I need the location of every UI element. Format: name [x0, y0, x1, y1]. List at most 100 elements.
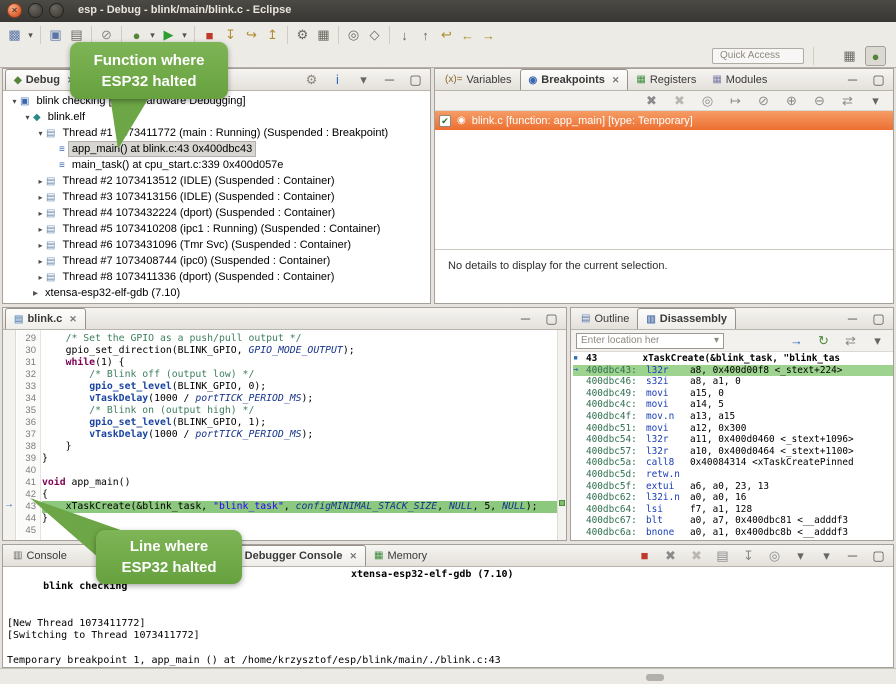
expander-icon[interactable]: ▾ [35, 129, 46, 138]
expander-icon[interactable]: ▸ [35, 177, 46, 186]
open-perspective-icon[interactable]: ▦ [839, 46, 860, 66]
pin-console-icon[interactable]: ◎ [764, 546, 785, 566]
expand-all-icon[interactable]: ⊕ [781, 91, 802, 111]
next-annotation-icon[interactable]: ↓ [394, 25, 415, 45]
show-breakpoints-for-selection-icon[interactable]: ◎ [697, 91, 718, 111]
forward-icon[interactable]: → [478, 25, 499, 45]
tab-outline[interactable]: ▤Outline [573, 308, 637, 329]
minimize-button[interactable] [28, 3, 43, 18]
combo-dropdown-icon[interactable]: ▾ [714, 335, 719, 346]
open-element-icon[interactable]: ◇ [364, 25, 385, 45]
location-combo[interactable]: Enter location her ▾ [576, 333, 724, 349]
code-line[interactable]: gpio_set_direction(BLINK_GPIO, GPIO_MODE… [42, 345, 557, 357]
search-icon[interactable]: ◎ [343, 25, 364, 45]
new-project-icon[interactable]: ▦ [313, 25, 334, 45]
breakpoints-view-menu-icon[interactable]: ▾ [865, 91, 886, 111]
debug-tree-item[interactable]: ▾▤Thread #1 1073411772 (main : Running) … [3, 125, 430, 141]
debug-tree-item[interactable]: ▸▤Thread #3 1073413156 (IDLE) (Suspended… [3, 189, 430, 205]
code-line[interactable]: gpio_set_level(BLINK_GPIO, 1); [42, 417, 557, 429]
maximize-icon[interactable]: ▢ [541, 309, 562, 329]
go-to-file-icon[interactable]: ↦ [725, 91, 746, 111]
horizontal-scrollbar-thumb[interactable] [646, 674, 664, 681]
build-icon[interactable]: ⚙ [292, 25, 313, 45]
debug-tree-item[interactable]: ≡app_main() at blink.c:43 0x400dbc43 [3, 141, 430, 157]
close-tab-icon[interactable]: ✕ [69, 314, 77, 325]
back-icon[interactable]: ← [457, 25, 478, 45]
code-line[interactable]: /* Set the GPIO as a push/pull output */ [42, 333, 557, 345]
disassembly-instruction[interactable]: 400dbc46:s32ia8, a1, 0 [573, 376, 893, 388]
remove-launch-icon[interactable]: ✖ [660, 546, 681, 566]
expander-icon[interactable]: ▸ [35, 273, 46, 282]
expander-icon[interactable]: ▸ [35, 257, 46, 266]
code-line[interactable]: { [42, 489, 557, 501]
expander-icon[interactable]: ▾ [22, 113, 33, 122]
current-execution-line[interactable]: xTaskCreate(&blink_task, "blink_task", c… [42, 501, 557, 513]
editor-overview-ruler[interactable] [557, 330, 566, 540]
debug-tree-item[interactable]: ▸xtensa-esp32-elf-gdb (7.10) [3, 285, 430, 301]
debug-tree-item[interactable]: ▸▤Thread #5 1073410208 (ipc1 : Running) … [3, 221, 430, 237]
new-wizard-icon[interactable]: ▩ [4, 25, 25, 45]
close-tab-icon[interactable]: ✕ [349, 551, 357, 562]
skip-all-breakpoints-icon[interactable]: ⊘ [753, 91, 774, 111]
debug-tree-item[interactable]: ≡main_task() at cpu_start.c:339 0x400d05… [3, 157, 430, 173]
expander-icon[interactable]: ▸ [35, 241, 46, 250]
disassembly-source-line[interactable]: ▪43 xTaskCreate(&blink_task, "blink_tas [573, 353, 893, 365]
expander-icon[interactable]: ▸ [35, 225, 46, 234]
clear-console-icon[interactable]: ▤ [712, 546, 733, 566]
code-line[interactable]: /* Blink on (output high) */ [42, 405, 557, 417]
code-line[interactable]: gpio_set_level(BLINK_GPIO, 0); [42, 381, 557, 393]
maximize-icon[interactable]: ▢ [405, 70, 426, 90]
debug-tree-item[interactable]: ▸▤Thread #7 1073408744 (ipc0) (Suspended… [3, 253, 430, 269]
collapse-all-icon[interactable]: ⊖ [809, 91, 830, 111]
minimize-icon[interactable]: ─ [842, 546, 863, 566]
debug-tree-item[interactable]: ▸▤Thread #4 1073432224 (dport) (Suspende… [3, 205, 430, 221]
close-tab-icon[interactable]: ✕ [612, 75, 620, 86]
disassembly-instruction[interactable]: 400dbc49:movia15, 0 [573, 388, 893, 400]
maximize-icon[interactable]: ▢ [868, 70, 889, 90]
maximize-button[interactable] [49, 3, 64, 18]
disassembly-instruction[interactable]: 400dbc4f:mov.na13, a15 [573, 411, 893, 423]
code-line[interactable]: } [42, 441, 557, 453]
code-line[interactable]: /* Blink off (output low) */ [42, 369, 557, 381]
disassembly-current-instruction[interactable]: →400dbc43:l32ra8, 0x400d00f8 <_stext+224… [573, 365, 893, 377]
code-line[interactable]: void app_main() [42, 477, 557, 489]
step-return-icon[interactable]: ↥ [262, 25, 283, 45]
step-into-icon[interactable]: ↧ [220, 25, 241, 45]
disassembly-listing[interactable]: ▪43 xTaskCreate(&blink_task, "blink_tas→… [571, 352, 893, 540]
expander-icon[interactable]: ▸ [35, 209, 46, 218]
disassembly-instruction[interactable]: 400dbc67:blta0, a7, 0x400dbc81 <__adddf3 [573, 515, 893, 527]
tab-debugger-console[interactable]: ▥Debugger Console✕ [222, 545, 366, 566]
goto-pc-icon[interactable]: → [786, 331, 807, 351]
minimize-icon[interactable]: ─ [842, 70, 863, 90]
maximize-icon[interactable]: ▢ [868, 546, 889, 566]
debug-view-menu-icon[interactable]: ▾ [353, 70, 374, 90]
sync-selection-icon[interactable]: ⇄ [840, 331, 861, 351]
disassembly-instruction[interactable]: 400dbc54:l32ra11, 0x400d0460 <_stext+109… [573, 434, 893, 446]
debug-perspective-icon[interactable]: ● [865, 46, 886, 66]
minimize-icon[interactable]: ─ [515, 309, 536, 329]
breakpoint-checkbox[interactable]: ✔ [439, 115, 451, 127]
debug-tree-item[interactable]: ▸▤Thread #6 1073431096 (Tmr Svc) (Suspen… [3, 237, 430, 253]
disassembly-instruction[interactable]: 400dbc6a:bnonea0, a1, 0x400dbc8b <__addd… [573, 527, 893, 539]
code-line[interactable]: while(1) { [42, 357, 557, 369]
code-line[interactable]: vTaskDelay(1000 / portTICK_PERIOD_MS); [42, 393, 557, 405]
refresh-icon[interactable]: ↻ [813, 331, 834, 351]
view-filters-icon[interactable]: ⚙ [301, 70, 322, 90]
disassembly-instruction[interactable]: 400dbc5a:call80x40084314 <xTaskCreatePin… [573, 457, 893, 469]
tab-modules[interactable]: ▦Modules [704, 69, 775, 90]
expander-icon[interactable]: ▾ [9, 97, 20, 106]
disassembly-instruction[interactable]: 400dbc51:movia12, 0x300 [573, 423, 893, 435]
minimize-icon[interactable]: ─ [842, 309, 863, 329]
remove-all-launches-icon[interactable]: ✖ [686, 546, 707, 566]
scroll-lock-icon[interactable]: ↧ [738, 546, 759, 566]
maximize-icon[interactable]: ▢ [868, 309, 889, 329]
disassembly-instruction[interactable]: 400dbc64:lsif7, a1, 128 [573, 504, 893, 516]
link-with-debug-view-icon[interactable]: ⇄ [837, 91, 858, 111]
disassembly-instruction[interactable]: 400dbc5f:extuia6, a0, 23, 13 [573, 481, 893, 493]
code-line[interactable]: } [42, 513, 557, 525]
minimize-icon[interactable]: ─ [379, 70, 400, 90]
last-edit-location-icon[interactable]: ↩ [436, 25, 457, 45]
open-console-icon[interactable]: ▾ [816, 546, 837, 566]
tab-console[interactable]: ▥Console [5, 545, 75, 566]
debug-tree-item[interactable]: ▸▤Thread #8 1073411336 (dport) (Suspende… [3, 269, 430, 285]
